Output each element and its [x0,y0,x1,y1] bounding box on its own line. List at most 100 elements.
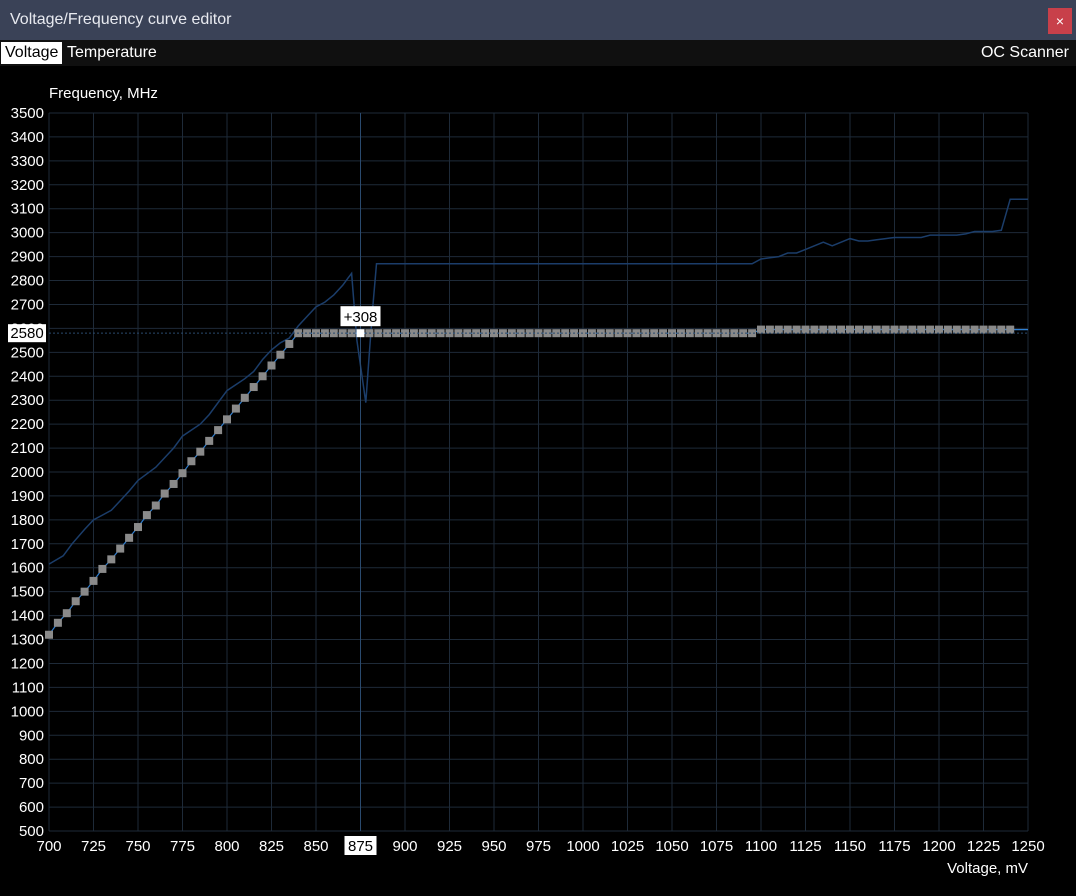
y-tick-label: 900 [19,727,44,744]
curve-point[interactable] [258,372,267,381]
curve-point[interactable] [142,511,151,520]
x-tick-label: 850 [303,838,328,855]
curve-point[interactable] [970,325,979,334]
curve-point[interactable] [134,523,142,532]
y-tick-label: 2700 [11,296,44,313]
y-tick-label: 2800 [11,273,44,290]
vf-curve-plot-area[interactable]: 500 600 700 800 900 1000 1100 1200 1300 1400 1500 1… [0,66,1076,891]
curve-point[interactable] [935,325,943,334]
x-tick-label: 950 [481,838,506,855]
curve-point[interactable] [125,533,134,542]
selection[interactable]: +308 2580 875 [8,113,1028,855]
curve-point[interactable] [169,479,178,488]
curve-point[interactable] [979,325,988,334]
curve-point[interactable] [899,325,908,334]
y-tick-label: 1800 [11,512,44,529]
curve-point[interactable] [62,609,71,618]
curve-point[interactable] [846,325,854,334]
curve-point[interactable] [276,350,285,359]
curve-point[interactable] [45,630,53,639]
curve-point[interactable] [285,339,294,348]
y-tick-label: 2900 [11,249,44,266]
x-tick-label: 975 [526,838,551,855]
curve-point[interactable] [881,325,890,334]
x-tick-label: 1100 [745,838,777,855]
y-tick-label: 1700 [11,536,44,553]
curve-point[interactable] [943,325,952,334]
y-tick-labels: 5006007008009001000110012001300140015001… [11,105,44,840]
curve-point[interactable] [872,325,881,334]
x-axis-label: Voltage, mV [947,860,1028,877]
curve-point[interactable] [801,325,810,334]
x-tick-label: 925 [437,838,462,855]
curve-point[interactable] [819,325,828,334]
x-tick-label: 1050 [655,838,688,855]
curve-point[interactable] [917,325,926,334]
curve-point[interactable] [178,469,187,478]
x-tick-label: 1175 [878,838,910,855]
y-tick-label: 700 [19,775,44,792]
curve-point[interactable] [1006,325,1015,334]
y-tick-label: 1000 [11,703,44,720]
curve-point[interactable] [80,587,89,596]
grid [48,112,1029,832]
curve-point[interactable] [988,325,997,334]
curve-point[interactable] [71,597,80,606]
curve-point[interactable] [98,564,107,573]
volt-readout: 875 [348,838,373,855]
y-tick-label: 3500 [11,105,44,122]
curve-point[interactable] [863,325,872,334]
curve-point[interactable] [810,325,819,334]
curve-point[interactable] [908,325,917,334]
oc-scanner-button[interactable]: OC Scanner [977,42,1073,64]
x-tick-label: 725 [81,838,106,855]
tab-temperature[interactable]: Temperature [63,42,161,64]
y-tick-label: 2100 [11,440,44,457]
curve-point[interactable] [997,325,1006,334]
y-tick-label: 1900 [11,488,44,505]
curve-point[interactable] [837,325,846,334]
curve-point[interactable] [854,325,863,334]
curve-point[interactable] [196,447,205,456]
curve-point[interactable] [53,618,62,627]
tab-bar: Voltage Temperature OC Scanner [0,40,1076,66]
curve-point[interactable] [890,325,899,334]
curve-point[interactable] [187,457,196,466]
tab-voltage[interactable]: Voltage [1,42,63,64]
curve-point[interactable] [151,501,160,510]
curve-point[interactable] [223,415,231,424]
curve-point[interactable] [267,361,276,370]
title-bar: Voltage/Frequency curve editor × [0,0,1076,40]
curve-point[interactable] [214,426,223,435]
curve-point[interactable] [89,576,98,585]
curve-point[interactable] [231,404,240,413]
curve-point[interactable] [952,325,961,334]
curve-point[interactable] [926,325,935,334]
curve-point[interactable] [116,544,125,553]
curve-point[interactable] [783,325,792,334]
y-tick-label: 3200 [11,177,44,194]
curve-point[interactable] [240,393,249,402]
y-tick-label: 2000 [11,464,44,481]
freq-readout: 2580 [10,325,43,342]
x-tick-label: 775 [170,838,195,855]
y-tick-label: 1500 [11,584,44,601]
curve-point[interactable] [249,383,258,392]
x-tick-label: 1125 [789,838,821,855]
curve-point[interactable] [160,489,169,498]
curve-point[interactable] [107,555,116,564]
curve-point[interactable] [961,325,970,334]
selected-curve-point[interactable] [356,329,365,338]
y-tick-label: 1300 [11,632,44,649]
curve-point[interactable] [774,325,783,334]
curve-point[interactable] [765,325,774,334]
x-tick-label: 750 [125,838,150,855]
curve-point[interactable] [205,436,214,445]
x-tick-label: 800 [214,838,239,855]
vf-curve-chart[interactable]: 5006007008009001000110012001300140015001… [0,66,1076,891]
curve-point[interactable] [792,325,801,334]
curve-point[interactable] [757,325,765,334]
y-tick-label: 3400 [11,129,44,146]
close-button[interactable]: × [1048,8,1072,34]
curve-point[interactable] [828,325,837,334]
